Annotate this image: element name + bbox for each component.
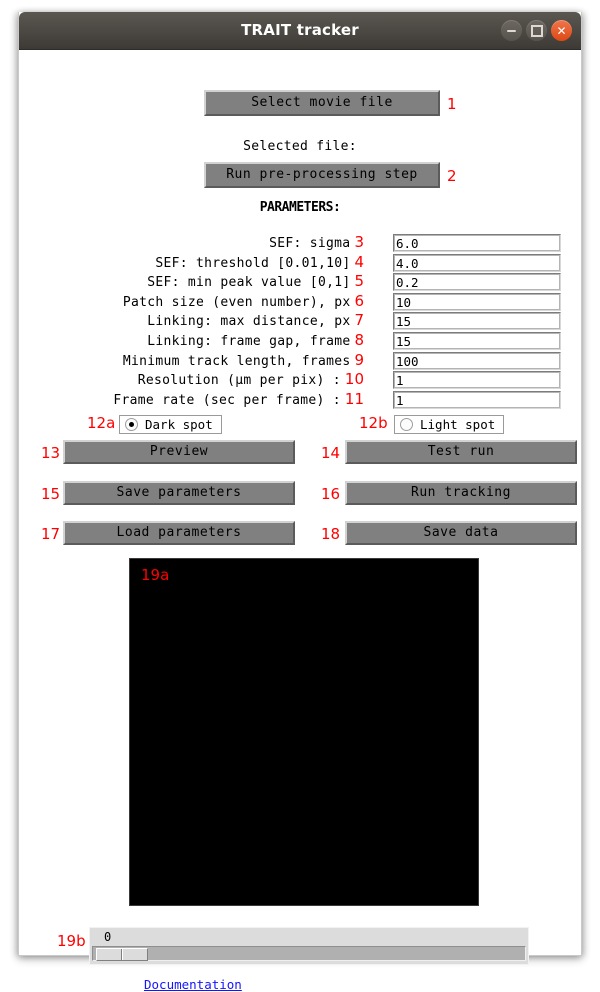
annotation-11: 11 <box>344 389 364 408</box>
sef-sigma-input[interactable]: 6.0 <box>393 234 561 252</box>
annotation-18: 18 <box>321 525 341 543</box>
parameter-label-row: SEF: min peak value [0,1] 5 <box>29 271 364 291</box>
annotation-10: 10 <box>344 370 364 389</box>
annotation-15: 15 <box>41 485 61 503</box>
annotation-3: 3 <box>354 233 364 251</box>
annotation-4: 4 <box>354 252 364 271</box>
sef-threshold-input[interactable]: 4.0 <box>393 253 561 272</box>
parameter-label-row: Frame rate (sec per frame) :11 <box>29 389 364 409</box>
maximize-icon <box>530 24 543 37</box>
frame-slider[interactable]: 0 <box>89 927 529 965</box>
parameter-label: Patch size (even number), px <box>122 294 351 310</box>
annotation-17: 17 <box>41 525 61 543</box>
annotation-12a: 12a <box>87 414 116 432</box>
parameter-labels: SEF: sigma 3 SEF: threshold [0.01,10] 4 SE… <box>29 232 364 408</box>
frame-slider-groove[interactable] <box>92 946 526 961</box>
light-spot-label: Light spot <box>420 417 496 432</box>
window-title: TRAIT tracker <box>241 21 359 39</box>
parameter-inputs: 6.0 4.0 0.2 10 15 15 100 1 1 <box>393 234 561 410</box>
annotation-14: 14 <box>321 444 341 462</box>
parameter-label-row: SEF: threshold [0.01,10] 4 <box>29 252 364 272</box>
parameter-label: SEF: min peak value [0,1] <box>147 275 351 291</box>
window-content: Select movie file 1 Selected file: Run p… <box>19 50 581 992</box>
radio-on-icon <box>125 418 138 431</box>
parameter-label: SEF: threshold [0.01,10] <box>155 255 351 271</box>
title-bar[interactable]: TRAIT tracker ✕ <box>19 12 581 50</box>
sef-min-peak-value-input[interactable]: 0.2 <box>393 273 561 292</box>
close-button[interactable]: ✕ <box>551 20 572 41</box>
parameter-label: Frame rate (sec per frame) : <box>113 392 341 408</box>
annotation-12b: 12b <box>359 414 388 432</box>
annotation-5: 5 <box>354 272 364 291</box>
linking-frame-gap-input[interactable]: 15 <box>393 331 561 350</box>
annotation-19b: 19b <box>57 932 86 950</box>
save-data-button[interactable]: Save data <box>345 521 577 545</box>
test-run-button[interactable]: Test run <box>345 440 577 464</box>
annotation-2: 2 <box>447 167 457 185</box>
save-parameters-button[interactable]: Save parameters <box>63 481 295 505</box>
run-preprocessing-button[interactable]: Run pre-processing step <box>204 162 440 188</box>
run-tracking-button[interactable]: Run tracking <box>345 481 577 505</box>
dark-spot-radio[interactable]: Dark spot <box>119 415 222 434</box>
parameter-label-row: SEF: sigma 3 <box>29 232 364 252</box>
frame-rate-input[interactable]: 1 <box>393 390 561 409</box>
annotation-1: 1 <box>447 95 457 113</box>
minimize-button[interactable] <box>501 20 522 41</box>
parameter-label-row: Linking: max distance, px 7 <box>29 310 364 330</box>
linking-max-distance-input[interactable]: 15 <box>393 312 561 331</box>
resolution-input[interactable]: 1 <box>393 371 561 390</box>
minimum-track-length-input[interactable]: 100 <box>393 351 561 370</box>
annotation-7: 7 <box>354 311 364 330</box>
select-movie-file-button[interactable]: Select movie file <box>204 90 440 116</box>
close-icon: ✕ <box>556 23 567 38</box>
window-controls: ✕ <box>501 20 572 41</box>
parameter-label: SEF: sigma <box>269 236 351 251</box>
preview-button[interactable]: Preview <box>63 440 295 464</box>
app-window: TRAIT tracker ✕ Select movie file 1 Sele… <box>18 12 582 992</box>
radio-off-icon <box>400 418 413 431</box>
parameter-label-row: Patch size (even number), px 6 <box>29 291 364 311</box>
annotation-6: 6 <box>354 291 364 310</box>
dark-spot-label: Dark spot <box>145 417 213 432</box>
parameter-label-row: Linking: frame gap, frame 8 <box>29 330 364 350</box>
documentation-link[interactable]: Documentation <box>144 977 242 992</box>
load-parameters-button[interactable]: Load parameters <box>63 521 295 545</box>
selected-file-label: Selected file: <box>243 139 357 154</box>
parameter-label: Linking: frame gap, frame <box>147 333 351 349</box>
minimize-icon <box>507 29 516 32</box>
light-spot-radio[interactable]: Light spot <box>394 415 505 434</box>
parameter-label: Minimum track length, frames <box>122 353 351 369</box>
parameter-label-row: Minimum track length, frames 9 <box>29 350 364 370</box>
parameter-label-row: Resolution (μm per pix) :10 <box>29 369 364 389</box>
preview-canvas[interactable]: 19a <box>129 558 479 906</box>
frame-slider-value: 0 <box>104 930 112 944</box>
parameters-heading: PARAMETERS: <box>259 200 341 215</box>
maximize-button[interactable] <box>526 20 547 41</box>
annotation-16: 16 <box>321 485 341 503</box>
annotation-8: 8 <box>354 330 364 349</box>
parameter-label: Linking: max distance, px <box>147 314 351 330</box>
patch-size-input[interactable]: 10 <box>393 292 561 311</box>
annotation-9: 9 <box>354 350 364 369</box>
annotation-19a: 19a <box>141 566 170 584</box>
annotation-13: 13 <box>41 444 61 462</box>
frame-slider-thumb[interactable] <box>96 948 148 961</box>
parameter-label: Resolution (μm per pix) : <box>137 373 341 389</box>
